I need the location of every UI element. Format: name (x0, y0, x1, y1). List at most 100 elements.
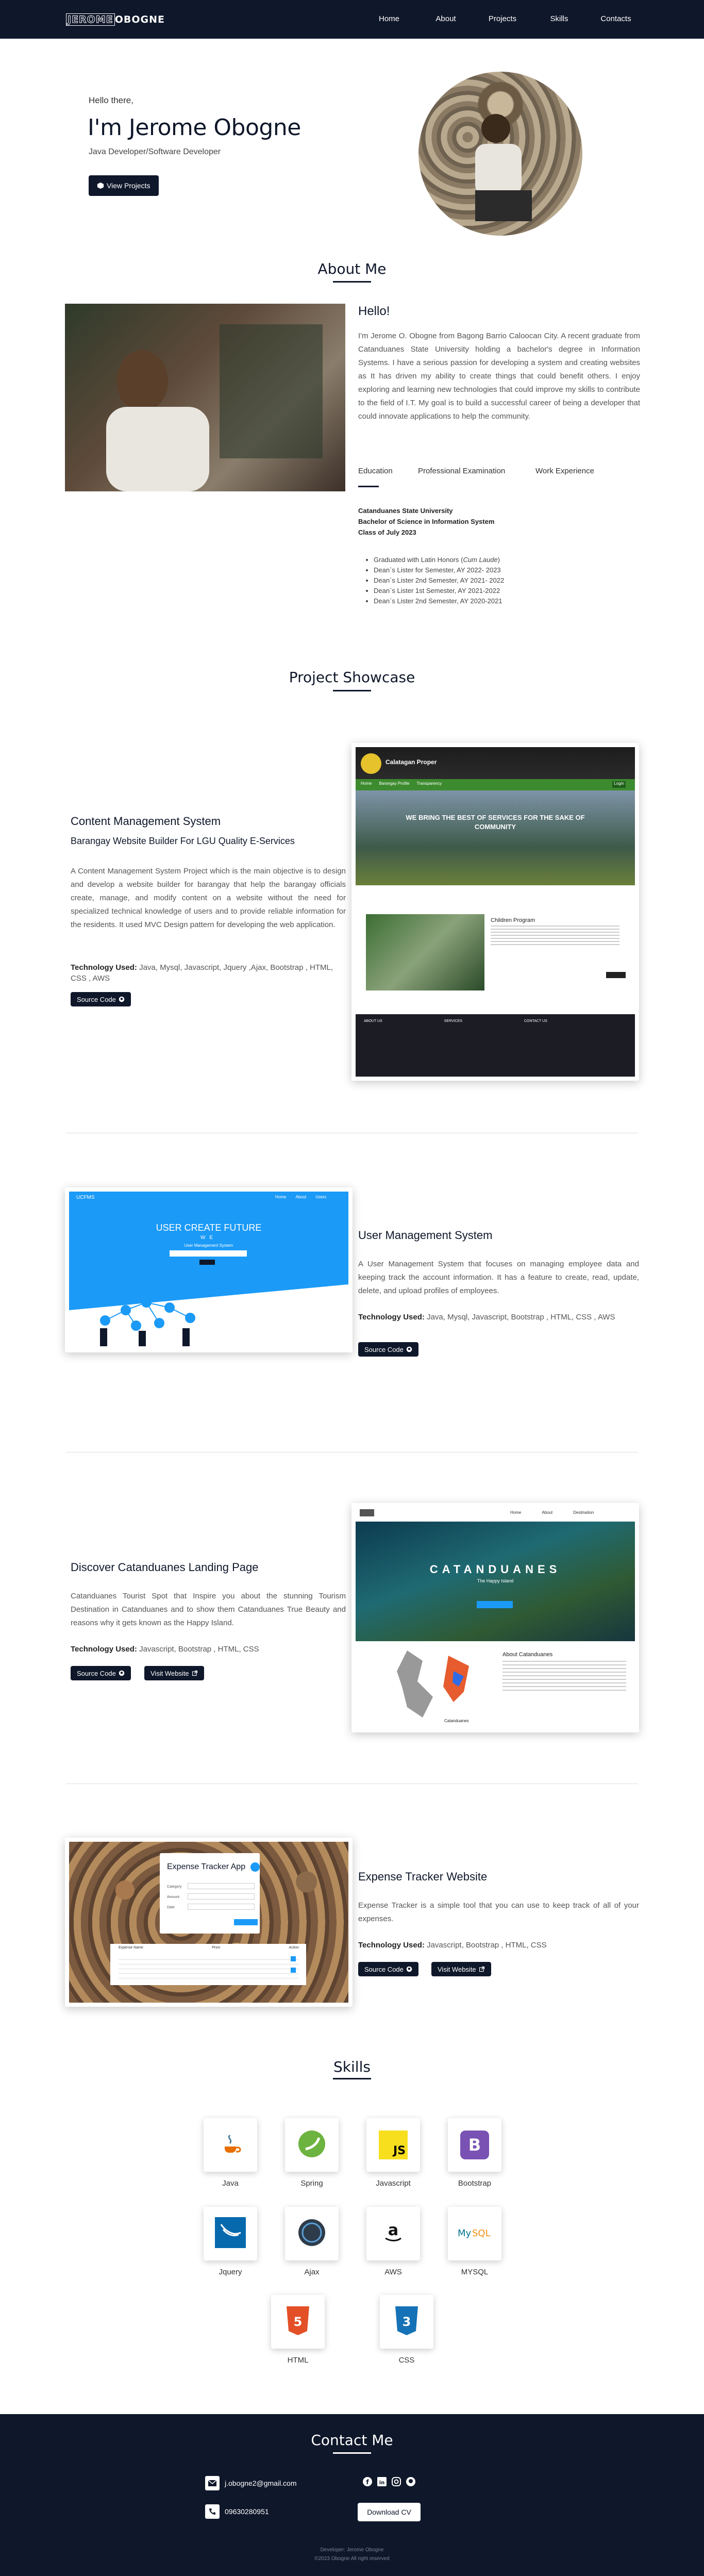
project-4-source-code-button[interactable]: Source Code (358, 1962, 418, 1976)
java-icon (217, 2131, 243, 2159)
external-link-icon (192, 1670, 198, 1676)
footer-credit: Developer: Jerome Obogne (320, 2547, 384, 2553)
svg-text:My: My (458, 2228, 472, 2239)
education-school: Catanduanes State University (358, 507, 453, 515)
contact-footer: Contact Me j.obogne2@gmail.com 096302809… (0, 2414, 704, 2576)
external-link-icon (479, 1966, 485, 1972)
amazon-icon: a (380, 2220, 406, 2248)
project-3-desc: Catanduanes Tourist Spot that Inspire yo… (71, 1592, 346, 1627)
hero-role: Java Developer/Software Developer (89, 147, 221, 156)
nav-link-home[interactable]: Home (361, 14, 417, 23)
nav-link-skills[interactable]: Skills (531, 14, 588, 23)
tab-professional-examination[interactable]: Professional Examination (418, 467, 505, 475)
project-3-visit-website-button[interactable]: Visit Website (144, 1666, 204, 1680)
hero-name: I'm Jerome Obogne (88, 114, 301, 141)
css3-icon: 3 (394, 2306, 419, 2338)
skill-mysql: My SQL MYSQL (446, 2207, 503, 2276)
skill-java: Java (202, 2118, 259, 2188)
project-4-tech: Technology Used: Javascript, Bootstrap ,… (358, 1941, 547, 1950)
contact-underline (333, 2452, 371, 2454)
list-item: Dean`s Lister 2nd Semester, AY 2020-2021 (374, 596, 504, 606)
list-item: Dean`s Lister 2nd Semester, AY 2021- 202… (374, 575, 504, 586)
footer-copyright: ©2023 Obogne All right reserved (314, 2556, 390, 2562)
tab-work-experience[interactable]: Work Experience (535, 467, 594, 475)
project-2-desc: A User Management System that focuses on… (358, 1260, 639, 1295)
education-degree: Bachelor of Science in Information Syste… (358, 518, 495, 525)
facebook-icon[interactable]: f (363, 2477, 372, 2489)
svg-text:3: 3 (403, 2315, 411, 2329)
envelope-icon (205, 2476, 220, 2490)
svg-text:SQL: SQL (472, 2228, 491, 2239)
skill-jquery: Jquery (202, 2207, 259, 2276)
tab-education[interactable]: Education (358, 467, 393, 475)
cube-icon (97, 182, 104, 189)
list-item: Dean`s Lister 1st Semester, AY 2021-2022 (374, 586, 504, 596)
phone-icon (205, 2504, 220, 2519)
cms-brand: Calatagan Proper (385, 758, 437, 766)
project-3-source-code-button[interactable]: Source Code (71, 1666, 131, 1680)
project-2-tech: Technology Used: Java, Mysql, Javascript… (358, 1313, 615, 1322)
github-icon (406, 1346, 412, 1352)
download-cv-button[interactable]: Download CV (358, 2503, 421, 2521)
about-bio: I'm Jerome O. Obogne from Bagong Barrio … (358, 332, 640, 421)
project-4-desc: Expense Tracker is a simple tool that yo… (358, 1901, 639, 1923)
nav-link-projects[interactable]: Projects (474, 14, 531, 23)
svg-text:in: in (379, 2480, 385, 2486)
skill-spring: Spring (283, 2118, 340, 2188)
about-title: About Me (317, 260, 387, 277)
phone-row[interactable]: 09630280951 (205, 2504, 269, 2519)
project-1-subtitle: Barangay Website Builder For LGU Quality… (71, 836, 295, 846)
linkedin-icon[interactable]: in (377, 2477, 387, 2489)
skills-underline (333, 2078, 371, 2079)
site-logo[interactable]: JEROME OBOGNE (66, 13, 165, 26)
project-4-screenshot: Expense Tracker App Category Amount Date E… (65, 1838, 353, 2007)
javascript-icon: JS (379, 2131, 408, 2159)
project-1-source-code-button[interactable]: Source Code (71, 992, 131, 1006)
skill-javascript: JS Javascript (365, 2118, 422, 2188)
projects-underline (333, 690, 371, 691)
project-1-title: Content Management System (71, 815, 221, 828)
github-icon (119, 1670, 125, 1676)
svg-text:5: 5 (294, 2315, 303, 2329)
project-3-screenshot: Home About Destination CATANDUANES The Hap… (351, 1503, 639, 1732)
view-projects-button[interactable]: View Projects (89, 175, 159, 196)
project-3-title: Discover Catanduanes Landing Page (71, 1561, 259, 1574)
svg-text:a: a (388, 2221, 398, 2239)
list-item: Dean`s Lister for Semester, AY 2022- 202… (374, 565, 504, 575)
skill-aws: a AWS (365, 2207, 422, 2276)
project-1-tech: Technology Used: Java, Mysql, Javascript… (71, 963, 333, 983)
skill-bootstrap: B Bootstrap (446, 2118, 503, 2188)
contact-title: Contact Me (311, 2432, 393, 2449)
spring-icon (297, 2129, 326, 2161)
ajax-icon (297, 2218, 326, 2250)
github-icon (406, 1966, 412, 1972)
projects-title: Project Showcase (289, 669, 415, 686)
mysql-icon: My SQL (457, 2220, 493, 2248)
github-icon (119, 996, 125, 1002)
bootstrap-icon: B (460, 2131, 489, 2159)
skill-html: 5 HTML (270, 2295, 326, 2365)
instagram-icon[interactable] (392, 2477, 401, 2489)
svg-text:f: f (366, 2479, 369, 2486)
education-class: Class of July 2023 (358, 529, 416, 536)
project-2-title: User Management System (358, 1229, 493, 1242)
github-icon[interactable] (406, 2477, 415, 2489)
about-underline (333, 281, 371, 283)
top-navbar: JEROME OBOGNE Home About Projects Skills … (0, 0, 704, 39)
hero-greeting: Hello there, (89, 95, 133, 105)
project-4-title: Expense Tracker Website (358, 1870, 488, 1883)
project-2-screenshot: UCFMS Home About Users USER CREATE FUTURE … (65, 1187, 353, 1352)
skill-css: 3 CSS (378, 2295, 435, 2365)
project-1-screenshot: Calatagan Proper Home Barangay Profile Tra… (351, 743, 639, 1081)
about-photo (65, 304, 345, 491)
skill-ajax: Ajax (283, 2207, 340, 2276)
profile-photo (418, 72, 582, 236)
education-honors-list: Graduated with Latin Honors (Cum Laude) … (374, 555, 504, 606)
skills-title: Skills (333, 2058, 371, 2075)
project-4-visit-website-button[interactable]: Visit Website (431, 1962, 491, 1976)
email-row[interactable]: j.obogne2@gmail.com (205, 2476, 297, 2490)
nav-link-contacts[interactable]: Contacts (588, 14, 644, 23)
project-1-desc: A Content Management System Project whic… (71, 867, 346, 929)
project-2-source-code-button[interactable]: Source Code (358, 1342, 418, 1357)
nav-link-about[interactable]: About (417, 14, 474, 23)
